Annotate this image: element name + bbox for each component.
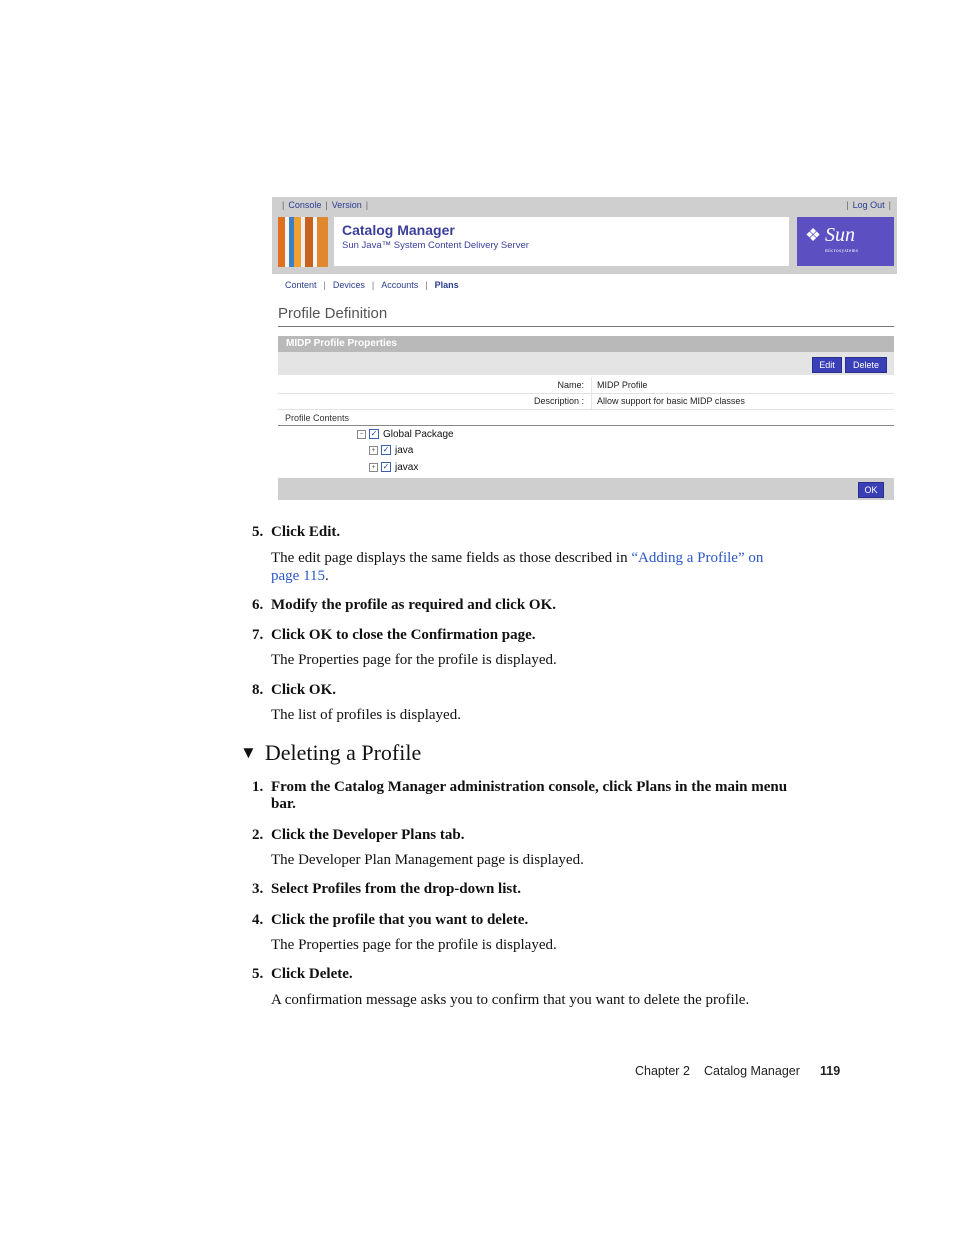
paragraph-text: . [325,568,329,584]
tree-item-label: javax [395,462,419,473]
delete-step-5-description: A confirmation message asks you to confi… [271,992,750,1008]
step-number: 7. [252,627,264,643]
tree-item: + ✓ javax [369,462,418,473]
nav-content[interactable]: Content [285,280,317,290]
step-text: Click OK. [271,682,337,698]
expand-icon[interactable]: + [369,462,378,472]
delete-step-1: 1. From the Catalog Manager administratio… [252,779,842,813]
nav-accounts[interactable]: Accounts [381,280,418,290]
app-subtitle: Sun Java™ System Content Delivery Server [342,240,529,251]
step-text: Select Profiles from the drop-down list. [271,881,521,897]
nav-plans[interactable]: Plans [435,280,459,290]
step-text: Click the Developer Plans tab. [271,827,465,843]
step-number: 8. [252,682,264,698]
delete-button[interactable]: Delete [845,357,887,373]
section-bar: MIDP Profile Properties [278,336,894,352]
divider [591,393,592,409]
delete-step-2: 2. Click the Developer Plans tab. [252,827,464,844]
step-text-continued: bar. [271,796,296,812]
step-number: 5. [252,966,264,982]
paragraph-text: The edit page displays the same fields a… [271,550,632,566]
logout-area: | Log Out | [846,200,891,210]
page-heading: Profile Definition [278,305,388,322]
delete-step-2-description: The Developer Plan Management page is di… [271,852,584,868]
footer-title: Catalog Manager [704,1064,800,1078]
sun-logo-text: Sun [825,224,855,246]
step-7: 7. Click OK to close the Confirmation pag… [252,627,536,644]
divider [591,377,592,393]
tree-item: + ✓ java [369,445,413,456]
delete-step-4: 4. Click the profile that you want to del… [252,912,528,929]
step-text: Click Edit. [271,524,341,540]
delete-step-5: 5. Click Delete. [252,966,353,983]
step-number: 4. [252,912,264,928]
step-5: 5. Click Edit. [252,524,340,541]
field-row-description: Description : Allow support for basic MI… [278,393,894,410]
catalog-manager-screenshot: | Console | Version | | Log Out | Catalog Mana… [272,197,897,505]
page-115-link[interactable]: page 115 [271,568,325,584]
section-title: MIDP Profile Properties [286,338,397,349]
log-out-link[interactable]: Log Out [853,200,885,210]
step-8-description: The list of profiles is displayed. [271,707,461,723]
checkbox-checked-icon[interactable]: ✓ [381,462,391,473]
masthead: | Console | Version | | Log Out | Catalog Mana… [272,197,897,274]
app-title: Catalog Manager [342,222,455,238]
nav-devices[interactable]: Devices [333,280,365,290]
step-7-description: The Properties page for the profile is d… [271,652,557,668]
ok-button[interactable]: OK [858,482,884,498]
main-nav: Content | Devices | Accounts | Plans [285,280,459,290]
triangle-down-icon: ▼ [240,743,257,762]
version-link[interactable]: Version [332,200,362,210]
sun-logo: ❖ Sun microsystems [797,217,894,266]
step-number: 2. [252,827,264,843]
expand-icon[interactable]: + [369,445,378,455]
step-number: 1. [252,779,264,795]
console-link[interactable]: Console [288,200,321,210]
step-text: Modify the profile as required and click… [271,597,557,613]
adding-profile-link[interactable]: “Adding a Profile” on [631,550,763,566]
step-6: 6. Modify the profile as required and cli… [252,597,556,614]
profile-contents-label: Profile Contents [285,413,350,423]
checkbox-checked-icon[interactable]: ✓ [381,445,391,456]
tree-item-label: Global Package [383,429,454,440]
collapse-icon[interactable]: − [357,429,366,439]
step-number: 6. [252,597,264,613]
button-bar: Edit Delete [278,352,894,375]
step-8: 8. Click OK. [252,682,336,699]
description-label: Description : [533,396,584,406]
page-number: 119 [820,1064,841,1078]
top-links: | Console | Version | [282,200,369,210]
checkbox-checked-icon[interactable]: ✓ [369,429,379,440]
step-text: From the Catalog Manager administration … [271,779,788,795]
delete-step-3: 3. Select Profiles from the drop-down lis… [252,881,521,898]
edit-button[interactable]: Edit [812,357,842,373]
tree-item: − ✓ Global Package [357,429,454,440]
ok-bar: OK [278,478,894,500]
section-heading: ▼ Deleting a Profile [240,740,421,766]
name-label: Name: [557,380,584,390]
sun-logo-subtext: microsystems [825,249,859,254]
field-row-name: Name: MIDP Profile [278,377,894,394]
step-text: Click the profile that you want to delet… [271,912,529,928]
step-number: 3. [252,881,264,897]
step-text: Click OK to close the Confirmation page. [271,627,536,643]
step-text: Click Delete. [271,966,353,982]
description-value: Allow support for basic MIDP classes [597,396,745,406]
title-box: Catalog Manager Sun Java™ System Content… [334,217,789,266]
books-image [278,217,328,267]
sun-diamond-icon: ❖ [805,225,822,245]
tree-item-label: java [395,445,414,456]
footer-chapter: Chapter 2 [635,1064,690,1078]
step-number: 5. [252,524,264,540]
name-value: MIDP Profile [597,380,648,390]
section-heading-text: Deleting a Profile [264,740,422,765]
step-5-description: The edit page displays the same fields a… [271,549,841,585]
delete-step-4-description: The Properties page for the profile is d… [271,937,557,953]
divider [278,326,894,327]
divider [278,425,894,426]
